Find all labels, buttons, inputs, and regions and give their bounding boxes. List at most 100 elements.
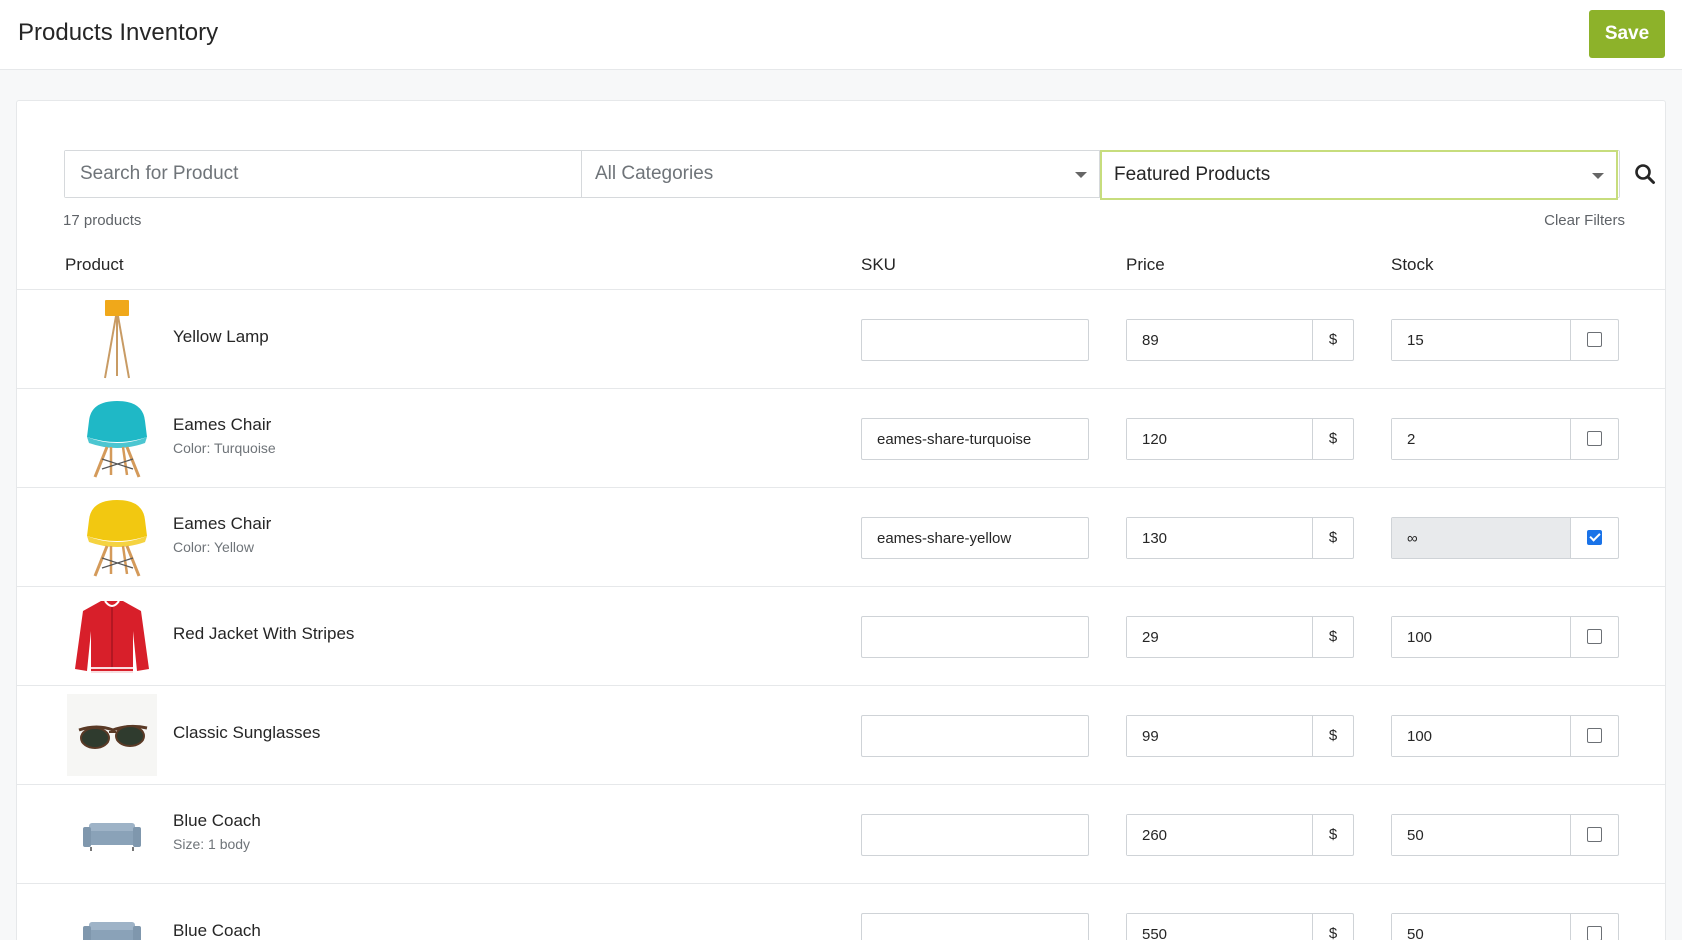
product-table: Yellow Lamp $ Eames Chair Color: Turquoi…	[17, 290, 1665, 940]
sku-input[interactable]	[861, 715, 1089, 757]
column-price: Price	[1126, 255, 1165, 274]
stock-input[interactable]	[1392, 617, 1571, 657]
product-variant: Color: Turquoise	[173, 440, 276, 456]
price-input[interactable]	[1127, 914, 1313, 940]
stock-field	[1391, 814, 1619, 856]
price-input[interactable]	[1127, 617, 1313, 657]
price-input[interactable]	[1127, 518, 1313, 558]
category-select[interactable]: All Categories	[582, 151, 1100, 197]
top-bar: Products Inventory Save	[0, 0, 1682, 70]
unlimited-stock-checkbox[interactable]	[1587, 926, 1602, 940]
product-name: Blue Coach	[173, 921, 261, 940]
stock-input[interactable]	[1392, 419, 1571, 459]
stock-input[interactable]	[1392, 320, 1571, 360]
currency-label: $	[1328, 430, 1338, 447]
sku-input[interactable]	[861, 616, 1089, 658]
price-input[interactable]	[1127, 419, 1313, 459]
sku-input[interactable]	[861, 517, 1089, 559]
product-count: 17 products	[63, 212, 142, 229]
search-input[interactable]	[65, 151, 582, 197]
price-input[interactable]	[1127, 716, 1313, 756]
price-input[interactable]	[1127, 320, 1313, 360]
unlimited-stock-toggle	[1571, 716, 1618, 756]
table-row: Yellow Lamp $	[17, 290, 1665, 389]
sku-input[interactable]	[861, 418, 1089, 460]
stock-field	[1391, 418, 1619, 460]
sunglasses-icon	[67, 694, 157, 776]
lamp-icon	[67, 298, 157, 380]
jacket-icon	[67, 595, 157, 677]
unlimited-stock-checkbox[interactable]	[1587, 530, 1602, 545]
stock-field	[1391, 715, 1619, 757]
price-field: $	[1126, 517, 1354, 559]
currency-label: $	[1328, 925, 1338, 940]
unlimited-stock-toggle	[1571, 419, 1618, 459]
product-name: Blue Coach	[173, 811, 261, 830]
save-button[interactable]: Save	[1589, 10, 1665, 58]
stock-input[interactable]	[1392, 716, 1571, 756]
stock-field	[1391, 913, 1619, 940]
product-name: Eames Chair	[173, 514, 272, 533]
table-row: Blue Coach Size: 1 body $	[17, 785, 1665, 884]
unlimited-stock-checkbox[interactable]	[1587, 431, 1602, 446]
unlimited-stock-checkbox[interactable]	[1587, 332, 1602, 347]
unlimited-stock-toggle	[1571, 320, 1618, 360]
chair-icon	[67, 397, 157, 479]
currency-label: $	[1328, 529, 1338, 546]
currency-label: $	[1328, 727, 1338, 744]
page-title: Products Inventory	[18, 19, 219, 46]
unlimited-stock-toggle	[1571, 617, 1618, 657]
price-field: $	[1126, 814, 1354, 856]
category-select-value: All Categories	[595, 163, 714, 184]
unlimited-stock-checkbox[interactable]	[1587, 728, 1602, 743]
currency-label: $	[1328, 331, 1338, 348]
stock-field	[1391, 616, 1619, 658]
product-variant: Color: Yellow	[173, 539, 254, 555]
price-field: $	[1126, 616, 1354, 658]
product-name: Red Jacket With Stripes	[173, 624, 355, 643]
product-name: Yellow Lamp	[173, 327, 269, 346]
price-field: $	[1126, 913, 1354, 940]
product-name: Eames Chair	[173, 415, 272, 434]
unlimited-stock-toggle	[1571, 815, 1618, 855]
unlimited-stock-checkbox[interactable]	[1587, 827, 1602, 842]
search-button[interactable]	[1618, 151, 1655, 197]
table-row: Classic Sunglasses $	[17, 686, 1665, 785]
column-sku: SKU	[861, 255, 896, 274]
product-variant: Size: 1 body	[173, 836, 251, 852]
chair-icon	[67, 496, 157, 578]
column-product: Product	[65, 255, 124, 274]
product-name: Classic Sunglasses	[173, 723, 321, 742]
sofa-icon	[67, 793, 157, 875]
search-icon	[1635, 164, 1655, 184]
sku-input[interactable]	[861, 913, 1089, 940]
unlimited-stock-toggle	[1571, 914, 1618, 940]
chevron-down-icon	[1592, 173, 1604, 179]
sku-input[interactable]	[861, 814, 1089, 856]
filter-bar: All Categories Featured Products	[64, 150, 1655, 200]
stock-input[interactable]	[1392, 815, 1571, 855]
table-row: Blue Coach $	[17, 884, 1665, 940]
sku-input[interactable]	[861, 319, 1089, 361]
sofa-icon	[67, 892, 157, 940]
currency-label: $	[1328, 628, 1338, 645]
price-field: $	[1126, 715, 1354, 757]
table-row: Eames Chair Color: Turquoise $	[17, 389, 1665, 488]
clear-filters-link[interactable]: Clear Filters	[1544, 212, 1625, 229]
price-field: $	[1126, 319, 1354, 361]
currency-label: $	[1328, 826, 1338, 843]
price-input[interactable]	[1127, 815, 1313, 855]
stock-input[interactable]	[1392, 518, 1571, 558]
chevron-down-icon	[1075, 172, 1087, 178]
unlimited-stock-toggle	[1571, 518, 1618, 558]
stock-field	[1391, 319, 1619, 361]
column-stock: Stock	[1391, 255, 1434, 274]
stock-field	[1391, 517, 1619, 559]
collection-select[interactable]: Featured Products	[1100, 150, 1618, 200]
inventory-card: All Categories Featured Products 17 prod…	[16, 100, 1666, 940]
stock-input[interactable]	[1392, 914, 1571, 940]
table-row: Red Jacket With Stripes $	[17, 587, 1665, 686]
table-row: Eames Chair Color: Yellow $	[17, 488, 1665, 587]
unlimited-stock-checkbox[interactable]	[1587, 629, 1602, 644]
collection-select-value: Featured Products	[1114, 164, 1271, 185]
